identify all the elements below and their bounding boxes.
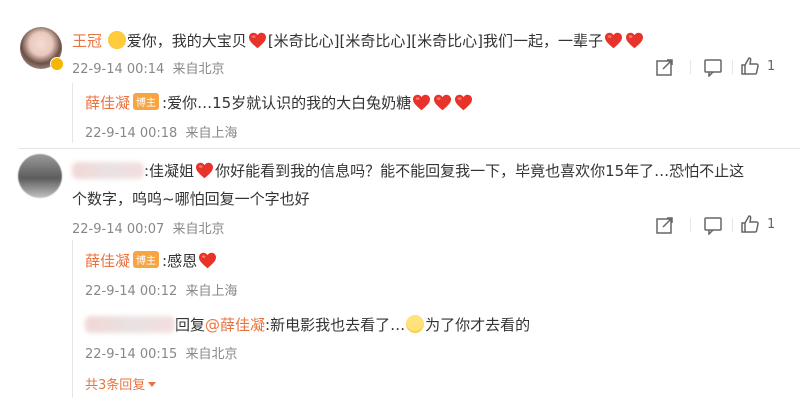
comment-icon[interactable]	[703, 57, 723, 77]
reply-time: 22-9-14 00:15	[85, 347, 178, 362]
heart-emoji	[625, 32, 644, 49]
reply-time: 22-9-14 00:18	[85, 126, 178, 141]
author-badge: 博主	[133, 251, 160, 268]
comment-location: 来自北京	[172, 62, 225, 77]
reply-time: 22-9-14 00:12	[85, 284, 178, 299]
reply-author[interactable]: 薛佳凝	[85, 252, 130, 270]
comment-time: 22-9-14 00:07	[72, 222, 165, 237]
share-icon[interactable]	[655, 57, 675, 77]
emoji-tag: [米奇比心]	[267, 32, 340, 50]
comment-location: 来自北京	[172, 222, 225, 237]
reply-prefix: 回复	[175, 316, 206, 334]
reply-location: 来自上海	[185, 126, 238, 141]
comment-icon[interactable]	[703, 215, 723, 235]
reply-location: 来自北京	[185, 347, 238, 362]
blurred-username	[85, 316, 175, 333]
heart-emoji	[412, 94, 431, 111]
like-icon[interactable]	[740, 214, 760, 234]
comment-text: 个数字，呜呜~哪怕回复一个字也好	[72, 190, 310, 208]
emoji-tag: [米奇比心]	[411, 32, 483, 50]
author-badge: 博主	[133, 93, 160, 110]
verified-badge-icon	[50, 57, 64, 71]
heart-emoji	[248, 32, 267, 49]
divider	[18, 148, 800, 149]
more-replies-link[interactable]: 共3条回复	[85, 374, 157, 393]
like-count: 1	[767, 59, 776, 74]
heart-emoji	[195, 162, 214, 179]
reply-text: 为了你才去看的	[425, 316, 531, 334]
heart-emoji	[604, 32, 623, 49]
like-count: 1	[767, 217, 776, 232]
reply-item: 回复@薛佳凝:新电影我也去看了… 为了你才去看的	[85, 314, 530, 335]
comment-text: 你好能看到我的信息吗？能不能回复我一下，毕竟也喜欢你15年了…恐怕不止这	[215, 162, 745, 180]
emoji-tag: [米奇比心]	[339, 32, 412, 50]
reply-item: 薛佳凝 博主:感恩	[85, 250, 218, 271]
comment-text: 爱你，我的大宝贝	[126, 32, 247, 50]
grin-emoji	[406, 315, 425, 333]
comment-time: 22-9-14 00:14	[72, 62, 165, 77]
chevron-down-icon	[148, 382, 157, 387]
comment-author[interactable]: 王冠	[72, 32, 102, 50]
reply-location: 来自上海	[185, 284, 238, 299]
reply-item: 薛佳凝 博主:爱你…15岁就认识的我的大白兔奶糖	[85, 92, 474, 113]
reply-text: :新电影我也去看了…	[265, 316, 406, 334]
reply-text: :感恩	[162, 252, 198, 270]
avatar[interactable]	[18, 154, 62, 198]
blurred-username	[72, 162, 144, 179]
heart-emoji	[454, 94, 473, 111]
heart-emoji	[433, 94, 452, 111]
share-icon[interactable]	[655, 215, 675, 235]
reply-text: :爱你…15岁就认识的我的大白兔奶糖	[162, 94, 412, 112]
heart-eyes-emoji	[107, 31, 126, 49]
comment-text: 我们一起，一辈子	[482, 32, 603, 50]
heart-emoji	[198, 252, 217, 269]
comment-text: :佳凝姐	[144, 162, 195, 180]
like-icon[interactable]	[740, 56, 760, 76]
mention-link[interactable]: @薛佳凝	[205, 316, 265, 334]
more-replies-label: 共3条回复	[85, 378, 146, 393]
reply-author[interactable]: 薛佳凝	[85, 94, 130, 112]
